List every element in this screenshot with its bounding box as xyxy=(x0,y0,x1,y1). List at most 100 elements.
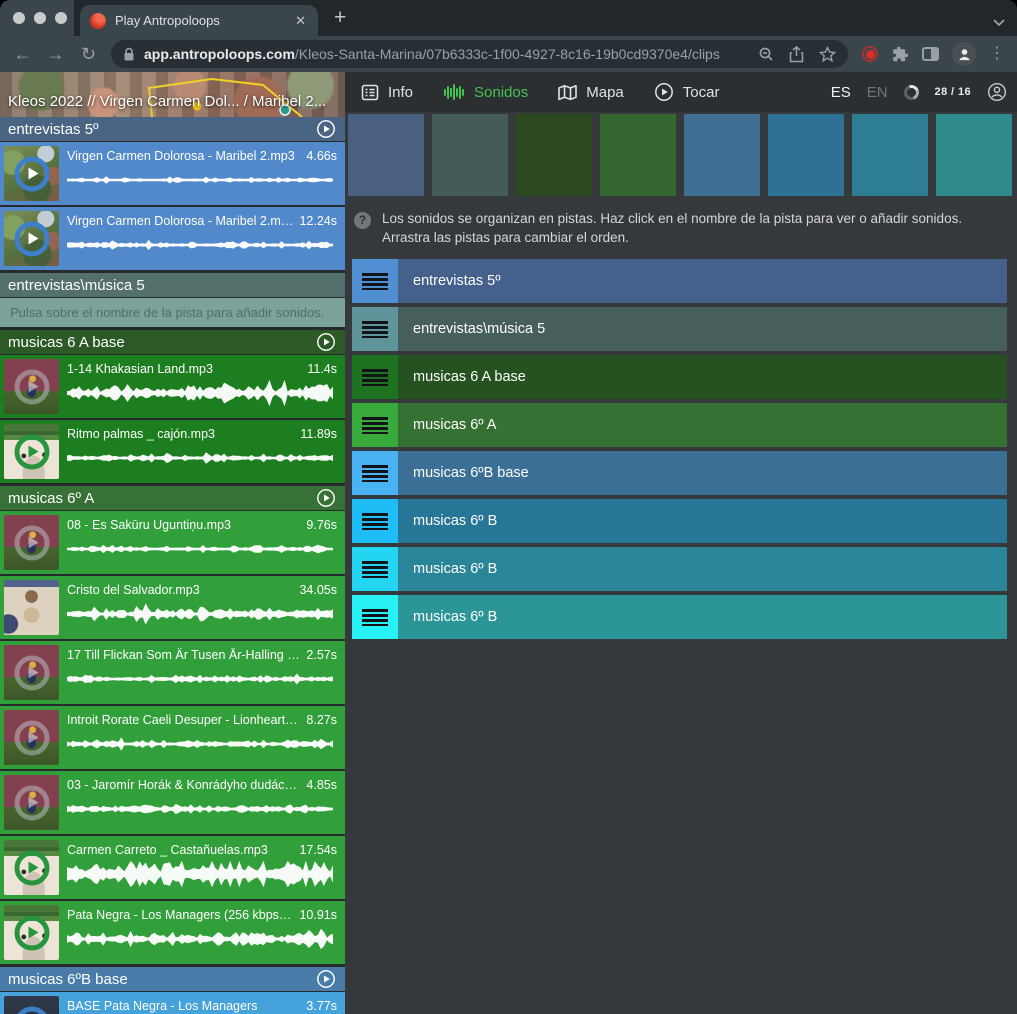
clip-thumbnail[interactable] xyxy=(4,840,59,895)
tab-search-chevron-icon[interactable] xyxy=(993,14,1005,32)
track-drag-handle[interactable] xyxy=(352,595,398,639)
track-section-header[interactable]: entrevistas\música 5 xyxy=(0,273,345,297)
tab-sonidos[interactable]: Sonidos xyxy=(443,82,528,102)
clip-waveform xyxy=(67,795,333,823)
audio-clip-row[interactable]: Virgen Carmen Dolorosa - Maribel 2.mp34.… xyxy=(0,142,345,205)
clip-thumbnail[interactable] xyxy=(4,645,59,700)
track-row[interactable]: musicas 6º B xyxy=(352,499,1007,543)
breadcrumb[interactable]: Kleos 2022 // Virgen Carmen Dol... / Mar… xyxy=(8,93,326,110)
reload-button[interactable]: ↻ xyxy=(72,39,105,69)
track-name-bar[interactable]: musicas 6ºB base xyxy=(398,451,1007,495)
tab-tocar[interactable]: Tocar xyxy=(654,82,720,102)
clip-play-button[interactable] xyxy=(14,1006,49,1014)
lang-es-button[interactable]: ES xyxy=(831,84,851,101)
track-drag-handle[interactable] xyxy=(352,307,398,351)
clip-play-button[interactable] xyxy=(14,525,49,560)
account-icon[interactable] xyxy=(987,82,1007,102)
track-name-bar[interactable]: musicas 6º B xyxy=(398,595,1007,639)
track-section-header[interactable]: entrevistas 5º xyxy=(0,117,345,141)
record-extension-icon[interactable] xyxy=(862,46,878,62)
forward-button[interactable]: → xyxy=(39,39,72,69)
clip-play-button[interactable] xyxy=(14,434,49,469)
audio-clip-row[interactable]: BASE Pata Negra - Los Managers3.77s xyxy=(0,992,345,1014)
clip-thumbnail[interactable] xyxy=(4,359,59,414)
track-row[interactable]: musicas 6º B xyxy=(352,595,1007,639)
back-button[interactable]: ← xyxy=(6,39,39,69)
profile-avatar[interactable] xyxy=(952,42,976,66)
audio-clip-row[interactable]: 17 Till Flickan Som Är Tusen År-Halling … xyxy=(0,641,345,704)
side-panel-icon[interactable] xyxy=(922,47,939,61)
clip-thumbnail[interactable] xyxy=(4,996,59,1014)
track-drag-handle[interactable] xyxy=(352,499,398,543)
clip-thumbnail[interactable] xyxy=(4,580,59,635)
tab-info[interactable]: Info xyxy=(361,84,413,101)
audio-clip-row[interactable]: 1-14 Khakasian Land.mp311.4s xyxy=(0,355,345,418)
clip-thumbnail[interactable] xyxy=(4,146,59,201)
tab-mapa[interactable]: Mapa xyxy=(558,84,624,101)
track-row[interactable]: musicas 6º A xyxy=(352,403,1007,447)
browser-menu-icon[interactable]: ⋮ xyxy=(989,46,1005,62)
browser-tab[interactable]: Play Antropoloops ✕ xyxy=(80,5,318,36)
clip-play-button[interactable] xyxy=(14,369,49,404)
clip-play-button[interactable] xyxy=(14,221,49,256)
clip-duration: 12.24s xyxy=(299,214,337,228)
track-section-header[interactable]: musicas 6ºB base xyxy=(0,967,345,991)
audio-clip-row[interactable]: Ritmo palmas _ cajón.mp311.89s xyxy=(0,420,345,483)
clip-play-button[interactable] xyxy=(14,655,49,690)
clip-thumbnail[interactable] xyxy=(4,710,59,765)
track-name-bar[interactable]: musicas 6º B xyxy=(398,547,1007,591)
clip-thumbnail[interactable] xyxy=(4,905,59,960)
track-name-bar[interactable]: entrevistas\música 5 xyxy=(398,307,1007,351)
audio-clip-row[interactable]: Carmen Carreto _ Castañuelas.mp317.54s xyxy=(0,836,345,899)
track-name-bar[interactable]: musicas 6º B xyxy=(398,499,1007,543)
audio-clip-row[interactable]: Cristo del Salvador.mp334.05s xyxy=(0,576,345,639)
audio-clip-row[interactable]: Pata Negra - Los Managers (256 kbps).mp3… xyxy=(0,901,345,964)
lang-en-button[interactable]: EN xyxy=(867,84,888,101)
track-section-header[interactable]: musicas 6º A xyxy=(0,486,345,510)
window-minimize-button[interactable] xyxy=(34,12,46,24)
play-track-button[interactable] xyxy=(316,332,336,352)
clip-head: Virgen Carmen Dolorosa - Maribel 2.mp34.… xyxy=(67,149,337,163)
clip-thumbnail[interactable] xyxy=(4,775,59,830)
track-row[interactable]: musicas 6 A base xyxy=(352,355,1007,399)
clip-thumbnail[interactable] xyxy=(4,211,59,266)
clip-waveform xyxy=(67,444,333,472)
clip-play-button[interactable] xyxy=(14,850,49,885)
track-name-bar[interactable]: entrevistas 5º xyxy=(398,259,1007,303)
track-drag-handle[interactable] xyxy=(352,547,398,591)
track-drag-handle[interactable] xyxy=(352,451,398,495)
clip-play-button[interactable] xyxy=(14,156,49,191)
clip-thumbnail[interactable] xyxy=(4,515,59,570)
audio-clip-row[interactable]: Virgen Carmen Dolorosa - Maribel 2.mp312… xyxy=(0,207,345,270)
clip-play-button[interactable] xyxy=(14,915,49,950)
track-drag-handle[interactable] xyxy=(352,259,398,303)
clip-play-button[interactable] xyxy=(14,720,49,755)
play-track-button[interactable] xyxy=(316,119,336,139)
window-zoom-button[interactable] xyxy=(55,12,67,24)
tab-close-icon[interactable]: ✕ xyxy=(293,13,308,29)
clip-thumbnail[interactable] xyxy=(4,424,59,479)
track-section-header[interactable]: musicas 6 A base xyxy=(0,330,345,354)
track-row[interactable]: musicas 6º B xyxy=(352,547,1007,591)
play-track-button[interactable] xyxy=(316,488,336,508)
zoom-icon[interactable] xyxy=(758,46,774,62)
track-drag-handle[interactable] xyxy=(352,355,398,399)
audio-clip-row[interactable]: Introit Rorate Caeli Desuper - Lionheart… xyxy=(0,706,345,769)
address-bar[interactable]: app.antropoloops.com /Kleos-Santa-Marina… xyxy=(111,40,848,68)
audio-clip-row[interactable]: 03 - Jaromír Horák & Konrádyho dudácká .… xyxy=(0,771,345,834)
track-name-bar[interactable]: musicas 6º A xyxy=(398,403,1007,447)
extensions-puzzle-icon[interactable] xyxy=(891,45,909,63)
play-track-button[interactable] xyxy=(316,969,336,989)
track-row[interactable]: entrevistas 5º xyxy=(352,259,1007,303)
clip-play-button[interactable] xyxy=(14,785,49,820)
new-tab-button[interactable]: + xyxy=(334,5,346,31)
bookmark-star-icon[interactable] xyxy=(819,46,836,63)
audio-clip-row[interactable]: 08 - Es Sakūru Uguntiņu.mp39.76s xyxy=(0,511,345,574)
share-icon[interactable] xyxy=(789,46,804,63)
track-name-bar[interactable]: musicas 6 A base xyxy=(398,355,1007,399)
track-drag-handle[interactable] xyxy=(352,403,398,447)
track-row[interactable]: musicas 6ºB base xyxy=(352,451,1007,495)
track-row[interactable]: entrevistas\música 5 xyxy=(352,307,1007,351)
window-close-button[interactable] xyxy=(13,12,25,24)
track-swatch xyxy=(936,114,1012,196)
